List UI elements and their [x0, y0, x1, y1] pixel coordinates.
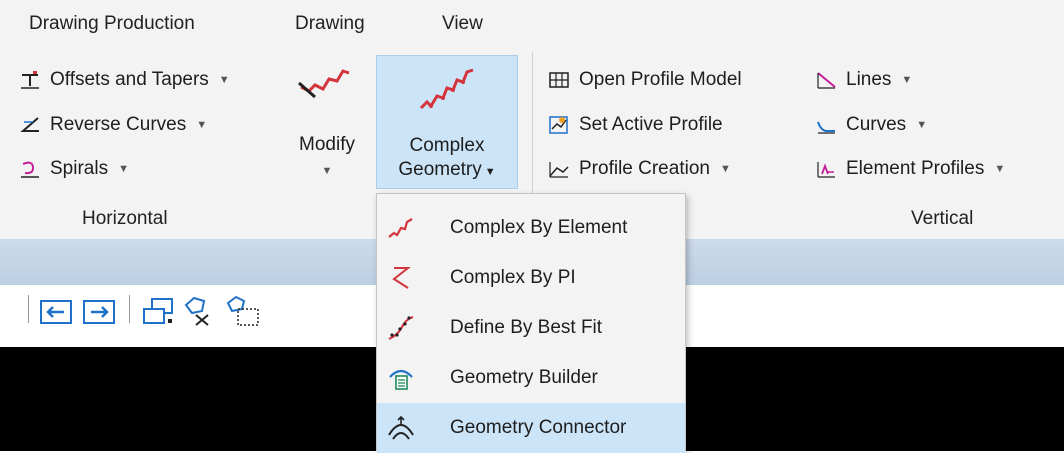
chevron-down-icon[interactable]: ▼: [287, 165, 367, 177]
curves-button[interactable]: Curves ▼: [815, 114, 927, 136]
offsets-and-tapers-label: Offsets and Tapers: [50, 69, 209, 90]
curves-label: Curves: [846, 114, 907, 135]
toolbar-separator: [28, 295, 29, 323]
modify-label: Modify: [299, 134, 355, 155]
define-by-best-fit-icon: [386, 313, 416, 343]
complex-geometry-icon: [415, 64, 481, 116]
complex-geometry-button[interactable]: Complex Geometry ▼: [376, 55, 518, 189]
complex-label-line1: Complex: [409, 135, 485, 156]
menu-item-label: Geometry Builder: [450, 367, 598, 388]
window-resize-icon[interactable]: [142, 297, 176, 332]
element-profiles-icon: [815, 158, 837, 180]
chevron-down-icon[interactable]: ▼: [720, 163, 731, 175]
offsets-tapers-icon: [19, 69, 41, 91]
set-active-profile-icon: [548, 114, 570, 136]
profile-creation-icon: [548, 158, 570, 180]
tab-drawing[interactable]: Drawing: [295, 13, 365, 35]
toolbar-separator: [129, 295, 130, 323]
menu-item-complex-by-element[interactable]: Complex By Element: [377, 203, 685, 253]
menu-item-geometry-builder[interactable]: Geometry Builder: [377, 353, 685, 403]
menu-item-define-by-best-fit[interactable]: Define By Best Fit: [377, 303, 685, 353]
lines-label: Lines: [846, 69, 892, 90]
chevron-down-icon[interactable]: ▼: [219, 74, 230, 86]
fence-view-icon[interactable]: [224, 295, 262, 334]
arrow-right-icon[interactable]: [83, 300, 115, 329]
set-active-profile-label: Set Active Profile: [579, 114, 723, 135]
menu-item-label: Geometry Connector: [450, 417, 627, 438]
menu-item-label: Define By Best Fit: [450, 317, 603, 338]
open-profile-model-button[interactable]: Open Profile Model: [548, 69, 742, 91]
arrow-left-icon[interactable]: [40, 300, 72, 329]
complex-geometry-dropdown: Complex By Element Complex By PI Define …: [376, 193, 686, 453]
reverse-curves-icon: [19, 114, 41, 136]
open-profile-model-label: Open Profile Model: [579, 69, 742, 90]
menu-bar: Drawing Production Drawing View: [0, 0, 1064, 47]
chevron-down-icon[interactable]: ▼: [485, 166, 496, 178]
modify-button[interactable]: Modify ▼: [287, 57, 367, 187]
set-active-profile-button[interactable]: Set Active Profile: [548, 114, 723, 136]
element-profiles-button[interactable]: Element Profiles ▼: [815, 158, 1005, 180]
element-profiles-label: Element Profiles: [846, 158, 985, 179]
menu-item-geometry-connector[interactable]: Geometry Connector: [377, 403, 685, 453]
chevron-down-icon[interactable]: ▼: [118, 163, 129, 175]
menu-item-complex-by-pi[interactable]: Complex By PI: [377, 253, 685, 303]
lines-icon: [815, 69, 837, 91]
spirals-icon: [19, 158, 41, 180]
chevron-down-icon[interactable]: ▼: [196, 119, 207, 131]
reverse-curves-button[interactable]: Reverse Curves ▼: [19, 114, 207, 136]
chevron-down-icon[interactable]: ▼: [916, 119, 927, 131]
geometry-connector-icon: [386, 413, 416, 443]
chevron-down-icon[interactable]: ▼: [901, 74, 912, 86]
spirals-button[interactable]: Spirals ▼: [19, 158, 129, 180]
menu-item-label: Complex By Element: [450, 217, 628, 238]
tab-view[interactable]: View: [442, 13, 483, 35]
lines-button[interactable]: Lines ▼: [815, 69, 912, 91]
menu-item-label: Complex By PI: [450, 267, 576, 288]
group-label-vertical: Vertical: [911, 208, 974, 229]
chevron-down-icon[interactable]: ▼: [994, 163, 1005, 175]
clip-fence-icon[interactable]: [182, 295, 218, 334]
modify-icon: [295, 63, 355, 103]
curves-icon: [815, 114, 837, 136]
tab-drawing-production[interactable]: Drawing Production: [29, 13, 195, 35]
group-label-horizontal: Horizontal: [82, 208, 168, 229]
complex-by-element-icon: [386, 213, 416, 243]
spirals-label: Spirals: [50, 158, 109, 179]
profile-creation-label: Profile Creation: [579, 158, 710, 179]
profile-creation-button[interactable]: Profile Creation ▼: [548, 158, 731, 180]
offsets-and-tapers-button[interactable]: Offsets and Tapers ▼: [19, 69, 230, 91]
reverse-curves-label: Reverse Curves: [50, 114, 187, 135]
geometry-builder-icon: [386, 363, 416, 393]
complex-by-pi-icon: [386, 263, 416, 293]
open-profile-model-icon: [548, 69, 570, 91]
complex-label-line2: Geometry: [398, 159, 482, 180]
